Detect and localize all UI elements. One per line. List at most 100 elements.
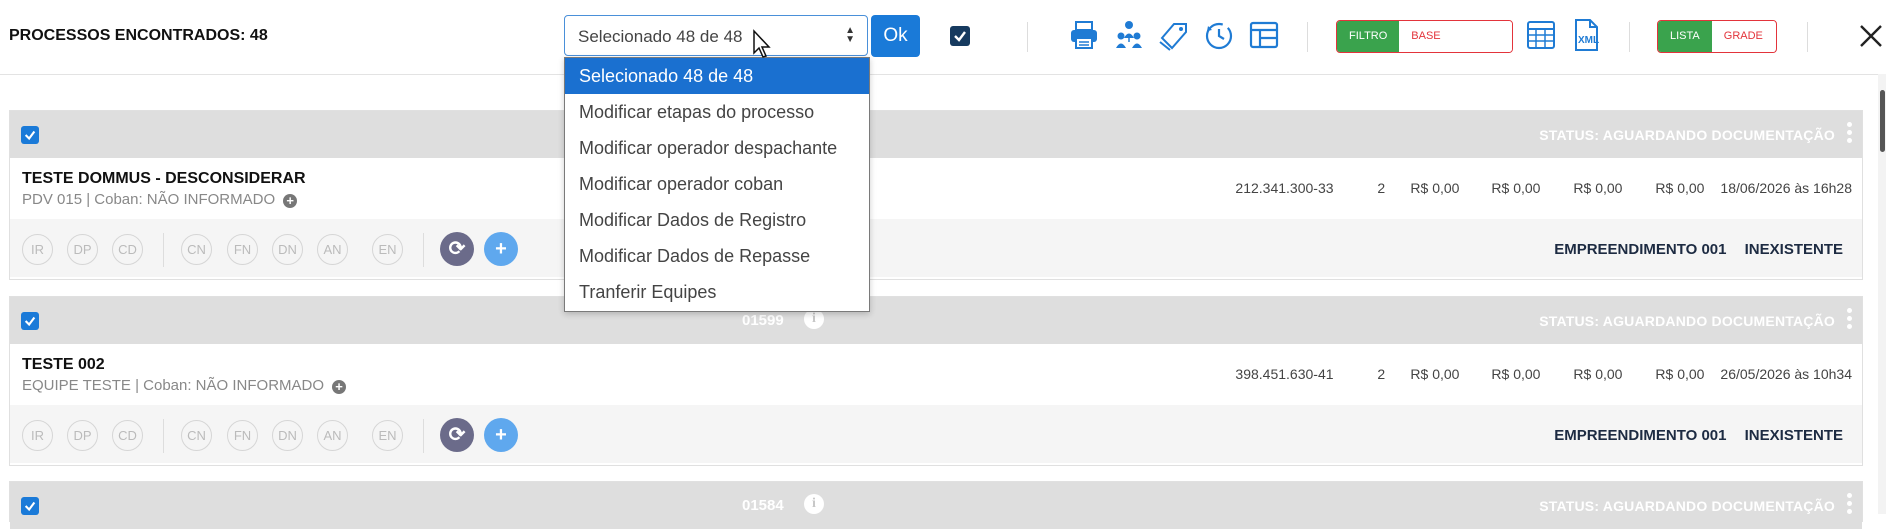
- quantity-value: 2: [1377, 366, 1386, 382]
- process-subtitle: PDV 015 | Coban: NÃO INFORMADO +: [22, 191, 298, 208]
- process-code: 01599: [742, 312, 784, 329]
- date-value: 18/06/2026 às 16h28: [1720, 180, 1852, 196]
- plus-circle-icon[interactable]: +: [283, 194, 298, 208]
- history-icon[interactable]: [1203, 18, 1237, 54]
- lista-button[interactable]: LISTA: [1658, 21, 1712, 52]
- dropdown-option-repasse[interactable]: Modificar Dados de Repasse: [565, 238, 869, 274]
- stage-dn[interactable]: DN: [272, 234, 303, 265]
- card-header: STATUS: AGUARDANDO DOCUMENTAÇÃO: [10, 111, 1862, 158]
- mouse-cursor-icon: [752, 29, 772, 64]
- empreendimento-label: EMPREENDIMENTO 001: [1554, 241, 1727, 258]
- select-arrows-icon: ▲ ▼: [845, 25, 855, 45]
- process-name: TESTE 002: [22, 356, 105, 373]
- stage-en[interactable]: EN: [372, 420, 403, 451]
- stage-ir[interactable]: IR: [22, 420, 53, 451]
- stage-an[interactable]: AN: [317, 234, 348, 265]
- select-all-checkbox[interactable]: [950, 26, 970, 46]
- empreendimento-label: EMPREENDIMENTO 001: [1554, 427, 1727, 444]
- value-3: R$ 0,00: [1573, 366, 1623, 382]
- tags-icon[interactable]: [1158, 18, 1192, 54]
- team-icon[interactable]: [1113, 18, 1147, 54]
- stage-cd[interactable]: CD: [112, 420, 143, 451]
- card-body[interactable]: TESTE 002 EQUIPE TESTE | Coban: NÃO INFO…: [10, 344, 1862, 406]
- process-values: 212.341.300-33 2 R$ 0,00 R$ 0,00 R$ 0,00…: [1235, 180, 1852, 196]
- subtitle-text: EQUIPE TESTE | Coban: NÃO INFORMADO: [22, 377, 325, 394]
- process-subtitle: EQUIPE TESTE | Coban: NÃO INFORMADO +: [22, 377, 347, 394]
- top-bar: PROCESSOS ENCONTRADOS: 48 Selecionado 48…: [0, 0, 1886, 75]
- situacao-label: INEXISTENTE: [1744, 241, 1843, 258]
- add-icon[interactable]: +: [484, 418, 518, 452]
- scrollbar-thumb[interactable]: [1880, 90, 1885, 152]
- status-label: STATUS: AGUARDANDO DOCUMENTAÇÃO: [1539, 127, 1835, 143]
- info-icon[interactable]: i: [804, 309, 824, 329]
- card-header: 01584 i STATUS: AGUARDANDO DOCUMENTAÇÃO: [10, 482, 1862, 529]
- close-icon[interactable]: [1858, 22, 1886, 52]
- dropdown-option-coban[interactable]: Modificar operador coban: [565, 166, 869, 202]
- dropdown-option-selecionado[interactable]: Selecionado 48 de 48: [565, 58, 869, 94]
- columns-icon[interactable]: [1248, 18, 1282, 54]
- dropdown-option-registro[interactable]: Modificar Dados de Registro: [565, 202, 869, 238]
- filtro-button[interactable]: FILTRO: [1337, 21, 1400, 52]
- process-name: TESTE DOMMUS - DESCONSIDERAR: [22, 170, 306, 187]
- refresh-icon[interactable]: ⟳: [440, 232, 474, 266]
- divider: [423, 233, 424, 267]
- divider: [423, 419, 424, 453]
- xml-file-icon[interactable]: XML: [1570, 18, 1604, 54]
- xml-label: XML: [1578, 35, 1600, 46]
- value-2: R$ 0,00: [1491, 366, 1541, 382]
- bulk-action-select[interactable]: Selecionado 48 de 48 ▲ ▼: [564, 15, 868, 56]
- more-options-icon[interactable]: [1847, 493, 1853, 517]
- stage-cn[interactable]: CN: [181, 234, 212, 265]
- situacao-label: INEXISTENTE: [1744, 427, 1843, 444]
- stage-dp[interactable]: DP: [67, 420, 98, 451]
- divider: [1307, 22, 1308, 52]
- date-value: 26/05/2026 às 10h34: [1720, 366, 1852, 382]
- divider: [163, 233, 164, 267]
- bulk-action-dropdown: Selecionado 48 de 48 Modificar etapas do…: [564, 57, 870, 312]
- stage-cd[interactable]: CD: [112, 234, 143, 265]
- stage-en[interactable]: EN: [372, 234, 403, 265]
- status-label: STATUS: AGUARDANDO DOCUMENTAÇÃO: [1539, 498, 1835, 514]
- card-checkbox[interactable]: [21, 497, 39, 515]
- divider: [1027, 22, 1028, 52]
- quantity-value: 2: [1377, 180, 1386, 196]
- stage-fn[interactable]: FN: [227, 234, 258, 265]
- subtitle-text: PDV 015 | Coban: NÃO INFORMADO: [22, 191, 276, 208]
- stage-dp[interactable]: DP: [67, 234, 98, 265]
- process-card: 01584 i STATUS: AGUARDANDO DOCUMENTAÇÃO: [9, 481, 1863, 529]
- filter-toggle: FILTRO BASE COMPLETA: [1336, 20, 1513, 53]
- value-1: R$ 0,00: [1410, 366, 1460, 382]
- spreadsheet-icon[interactable]: [1525, 18, 1559, 54]
- dropdown-option-despachante[interactable]: Modificar operador despachante: [565, 130, 869, 166]
- footer-info: EMPREENDIMENTO 001 INEXISTENTE: [1554, 427, 1843, 444]
- base-completa-button[interactable]: BASE COMPLETA: [1399, 21, 1512, 52]
- refresh-icon[interactable]: ⟳: [440, 418, 474, 452]
- stage-an[interactable]: AN: [317, 420, 348, 451]
- card-footer: IR DP CD CN FN DN AN EN ⟳ + EMPREENDIMEN…: [10, 219, 1862, 277]
- stage-fn[interactable]: FN: [227, 420, 258, 451]
- dropdown-option-etapas[interactable]: Modificar etapas do processo: [565, 94, 869, 130]
- value-2: R$ 0,00: [1491, 180, 1541, 196]
- ok-button[interactable]: Ok: [871, 15, 920, 57]
- stage-cn[interactable]: CN: [181, 420, 212, 451]
- value-1: R$ 0,00: [1410, 180, 1460, 196]
- card-header: 01599 i STATUS: AGUARDANDO DOCUMENTAÇÃO: [10, 297, 1862, 344]
- card-checkbox[interactable]: [21, 312, 39, 330]
- select-value: Selecionado 48 de 48: [578, 27, 743, 46]
- more-options-icon[interactable]: [1847, 308, 1853, 332]
- process-card: 01599 i STATUS: AGUARDANDO DOCUMENTAÇÃO …: [9, 296, 1863, 466]
- more-options-icon[interactable]: [1847, 122, 1853, 146]
- plus-circle-icon[interactable]: +: [332, 380, 347, 394]
- stage-ir[interactable]: IR: [22, 234, 53, 265]
- grade-button[interactable]: GRADE: [1711, 21, 1775, 52]
- dropdown-option-equipes[interactable]: Tranferir Equipes: [565, 274, 869, 310]
- card-checkbox[interactable]: [21, 126, 39, 144]
- card-body[interactable]: TESTE DOMMUS - DESCONSIDERAR PDV 015 | C…: [10, 158, 1862, 220]
- value-4: R$ 0,00: [1655, 366, 1705, 382]
- view-toggle: LISTA GRADE: [1657, 20, 1777, 53]
- info-icon[interactable]: i: [804, 494, 824, 514]
- stage-dn[interactable]: DN: [272, 420, 303, 451]
- add-icon[interactable]: +: [484, 232, 518, 266]
- divider: [1807, 22, 1808, 52]
- printer-icon[interactable]: [1068, 18, 1102, 54]
